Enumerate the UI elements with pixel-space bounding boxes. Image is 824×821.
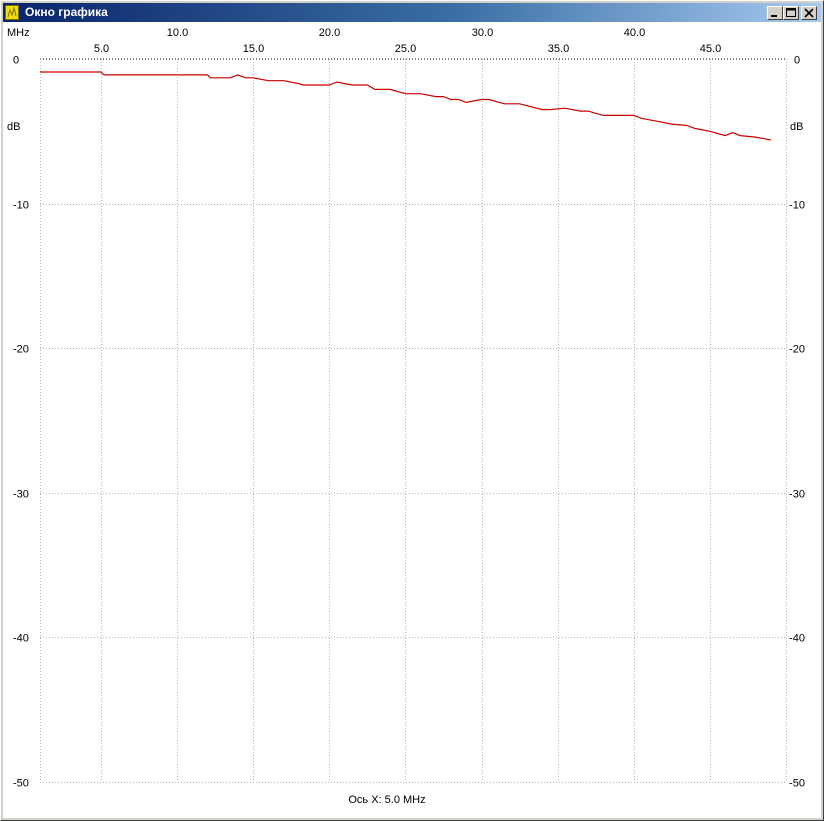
y-tick-label-left: -40 xyxy=(13,633,29,645)
y-tick-label-right: 0 xyxy=(794,55,800,67)
y-tick-label-right: -50 xyxy=(789,778,805,790)
x-axis-step-footer: Ось X: 5.0 MHz xyxy=(348,794,425,806)
y-unit-label-right: dB xyxy=(790,121,803,133)
x-tick-label: 15.0 xyxy=(243,43,264,55)
x-tick-label: 35.0 xyxy=(548,43,569,55)
x-tick-label: 5.0 xyxy=(94,43,109,55)
series-line xyxy=(40,71,771,141)
chart-app-icon xyxy=(5,5,19,20)
y-tick-label-left: 0 xyxy=(13,55,19,67)
window-title: Окно графика xyxy=(25,5,108,19)
minimize-icon xyxy=(771,15,777,17)
chart-area: 5.0 10.0 15.0 20.0 25.0 30.0 35.0 40.0 45.0 0 0 -1… xyxy=(3,22,821,818)
y-unit-label-left: dB xyxy=(7,121,20,133)
title-bar[interactable]: Окно графика xyxy=(3,3,821,22)
x-tick-label: 25.0 xyxy=(395,43,416,55)
minimize-button[interactable] xyxy=(767,6,783,20)
close-button[interactable] xyxy=(801,6,817,20)
y-tick-label-right: -30 xyxy=(789,489,805,501)
y-tick-labels: 0 0 -10 -10 -20 -20 -30 -30 -40 -40 -50 -50 xyxy=(13,55,805,790)
grid xyxy=(40,58,787,783)
maximize-button[interactable] xyxy=(783,6,799,20)
y-tick-label-left: -20 xyxy=(13,344,29,356)
x-tick-label: 20.0 xyxy=(319,27,340,39)
y-tick-label-left: -50 xyxy=(13,778,29,790)
y-tick-label-right: -20 xyxy=(789,344,805,356)
y-tick-label-right: -40 xyxy=(789,633,805,645)
y-tick-label-left: -30 xyxy=(13,489,29,501)
y-tick-label-left: -10 xyxy=(13,200,29,212)
x-tick-label: 30.0 xyxy=(472,27,493,39)
series xyxy=(40,71,771,141)
maximize-icon xyxy=(786,8,796,17)
x-tick-labels: 5.0 10.0 15.0 20.0 25.0 30.0 35.0 40.0 45.0 xyxy=(94,27,721,55)
x-tick-label: 10.0 xyxy=(167,27,188,39)
close-icon xyxy=(804,8,814,18)
x-unit-label: MHz xyxy=(7,27,30,39)
graph-window: Окно графика 5.0 10.0 15.0 20.0 25.0 30.0 35.0… xyxy=(0,0,824,821)
x-tick-label: 45.0 xyxy=(700,43,721,55)
x-tick-label: 40.0 xyxy=(624,27,645,39)
chart: 5.0 10.0 15.0 20.0 25.0 30.0 35.0 40.0 45.0 0 0 -1… xyxy=(7,27,805,806)
y-tick-label-right: -10 xyxy=(789,200,805,212)
